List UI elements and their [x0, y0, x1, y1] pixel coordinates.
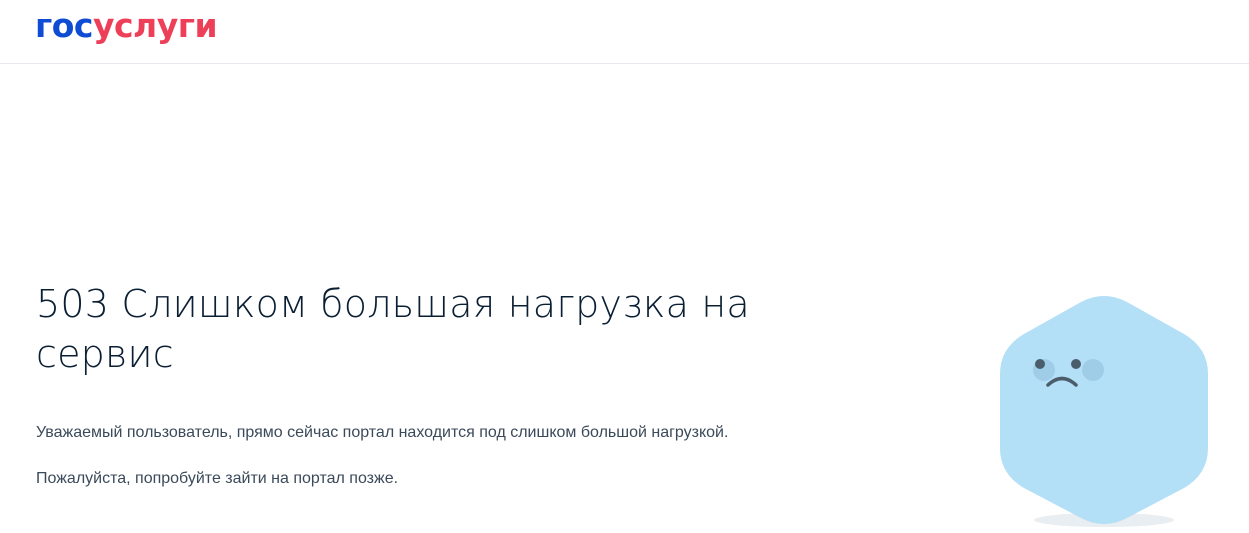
mascot-body [1000, 296, 1208, 524]
gosuslugi-logo[interactable]: госуслуги [35, 6, 218, 46]
sad-hexagon-mascot-icon [1000, 296, 1208, 527]
error-title: 503 Слишком большая нагрузка на сервис [36, 282, 750, 376]
site-header: госуслуги [0, 0, 1249, 64]
logo-text-gos: гос [35, 6, 93, 45]
retry-later-message: Пожалуйста, попробуйте зайти на портал п… [36, 470, 399, 487]
mascot-right-eye [1071, 359, 1081, 369]
logo-text-uslugi: услуги [92, 6, 218, 45]
error-message: Уважаемый пользователь, прямо сейчас пор… [36, 424, 729, 441]
mascot-left-eye [1035, 359, 1045, 369]
mascot-right-eye-glow [1082, 359, 1104, 381]
